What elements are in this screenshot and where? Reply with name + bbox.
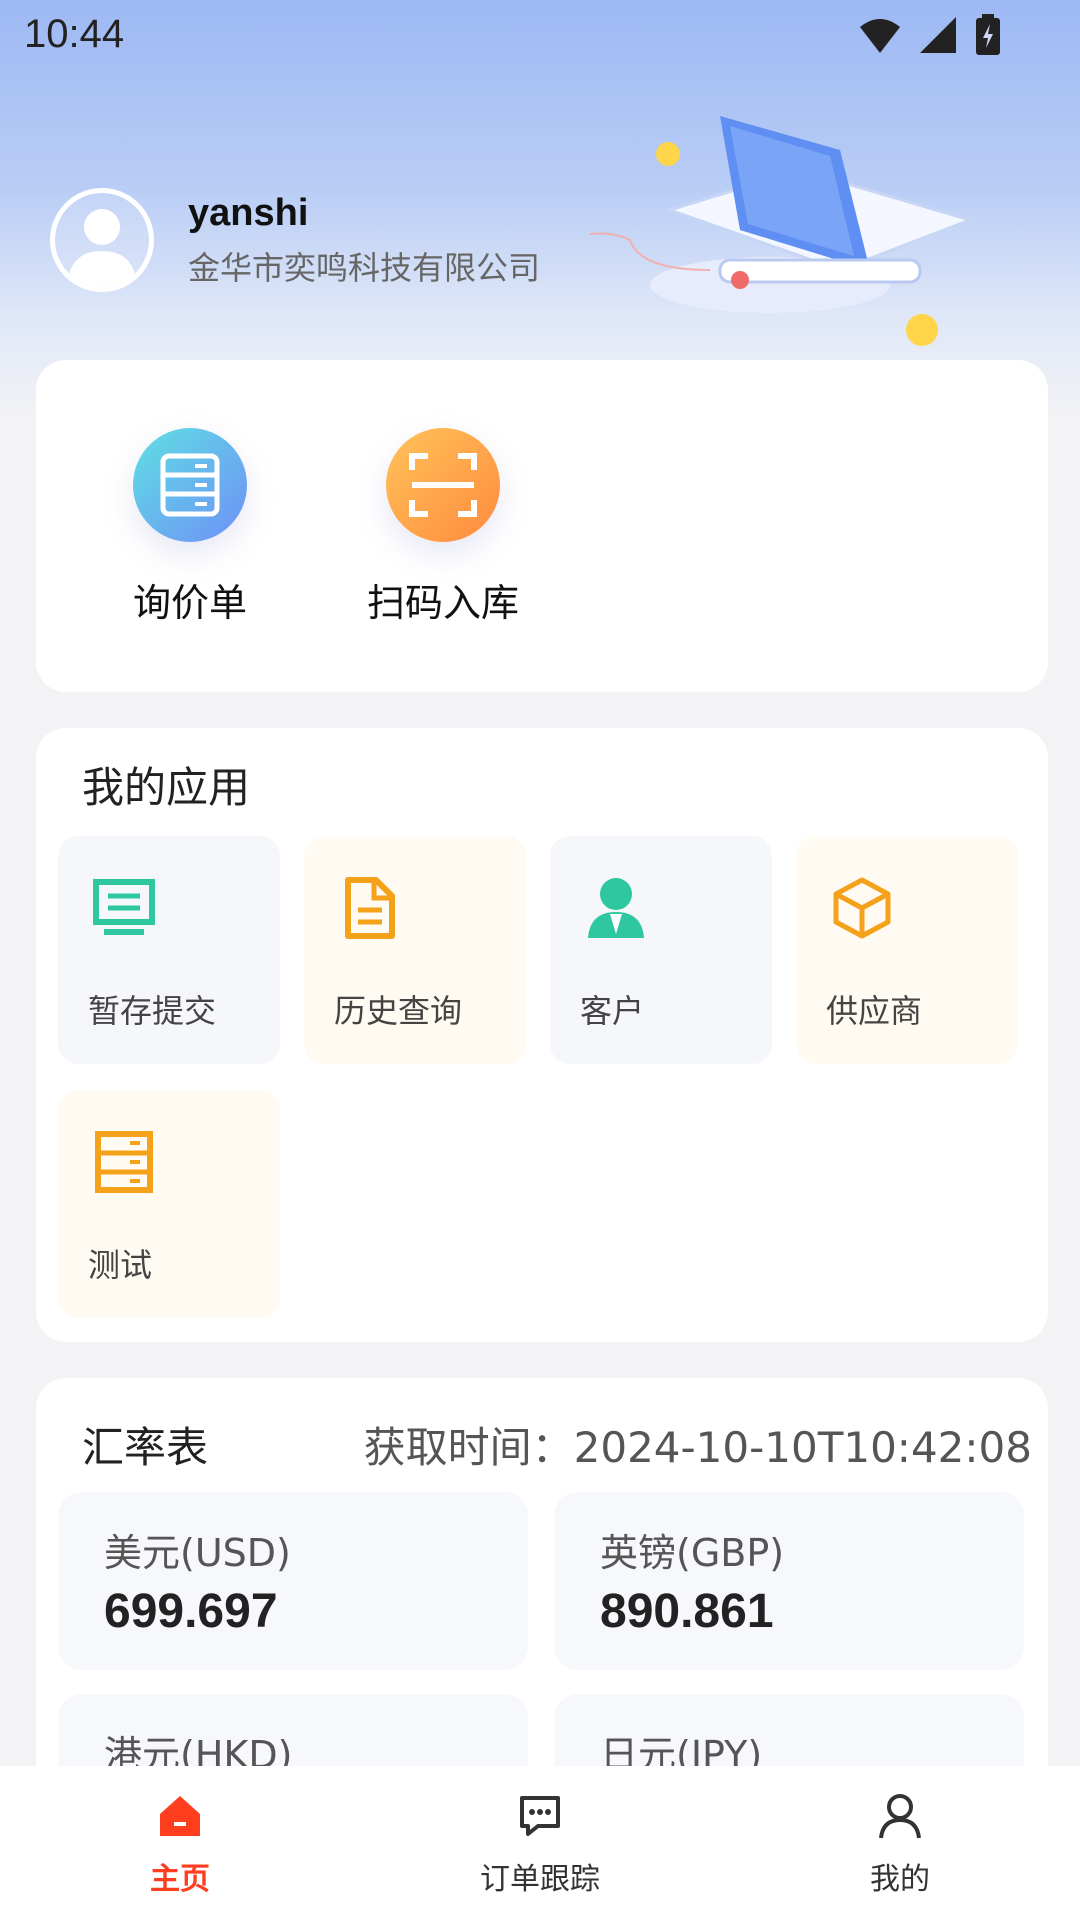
- quick-actions-card: 询价单 扫码入库: [36, 360, 1048, 692]
- status-icons: [858, 14, 1002, 56]
- app-tile-label: 测试: [88, 1246, 153, 1284]
- avatar-person-icon: [67, 209, 137, 287]
- signal-icon: [920, 17, 956, 53]
- status-time: 10:44: [24, 12, 125, 56]
- avatar[interactable]: [50, 188, 154, 292]
- quick-action-inquiry[interactable]: 询价单: [100, 428, 280, 627]
- nav-mine[interactable]: 我的: [720, 1766, 1080, 1920]
- rate-item-gbp[interactable]: 英镑(GBP) 890.861: [554, 1492, 1024, 1670]
- nav-label: 订单跟踪: [480, 1862, 600, 1897]
- app-tile-draft-submit[interactable]: 暂存提交: [58, 836, 280, 1064]
- document-icon: [345, 877, 395, 939]
- app-tile-customer[interactable]: 客户: [550, 836, 772, 1064]
- profile-section[interactable]: yanshi 金华市奕鸣科技有限公司: [50, 188, 540, 292]
- home-icon: [160, 1796, 200, 1836]
- server-list-icon: [133, 428, 247, 542]
- my-apps-card: 我的应用 暂存提交 历史查询 客户 供应商 测试: [36, 728, 1048, 1342]
- rate-value: 890.861: [600, 1585, 774, 1638]
- monitor-icon: [93, 879, 155, 935]
- quick-action-scan[interactable]: 扫码入库: [353, 428, 533, 627]
- battery-icon: [976, 14, 1000, 55]
- username: yanshi: [188, 191, 309, 234]
- customer-icon: [588, 878, 644, 938]
- nav-home[interactable]: 主页: [0, 1766, 360, 1920]
- rate-currency: 美元(USD): [104, 1531, 291, 1575]
- rate-currency: 英镑(GBP): [600, 1531, 785, 1575]
- nav-label: 主页: [150, 1862, 210, 1897]
- app-tile-test[interactable]: 测试: [58, 1090, 280, 1318]
- quick-action-label: 扫码入库: [366, 581, 519, 625]
- cabinet-icon: [95, 1131, 153, 1193]
- rate-value: 699.697: [104, 1585, 278, 1638]
- nav-label: 我的: [870, 1862, 930, 1897]
- chat-icon: [520, 1796, 560, 1836]
- app-tile-history[interactable]: 历史查询: [304, 836, 526, 1064]
- quick-action-label: 询价单: [132, 581, 247, 625]
- person-icon: [879, 1794, 921, 1839]
- app-tile-label: 客户: [580, 992, 645, 1030]
- rates-fetch-time: 获取时间：2024-10-10T10:42:08: [363, 1423, 1032, 1472]
- rates-title: 汇率表: [82, 1423, 209, 1472]
- laptop-illustration: [590, 116, 975, 346]
- app-tile-label: 暂存提交: [88, 992, 217, 1030]
- company-name: 金华市奕鸣科技有限公司: [188, 248, 541, 287]
- bottom-nav: 主页 订单跟踪 我的: [0, 1766, 1080, 1920]
- app-tile-supplier[interactable]: 供应商: [796, 836, 1018, 1064]
- app-tile-label: 历史查询: [334, 992, 463, 1030]
- status-bar: 10:44: [0, 0, 1080, 72]
- wifi-icon: [860, 19, 900, 53]
- rate-item-usd[interactable]: 美元(USD) 699.697: [58, 1492, 528, 1670]
- scan-icon: [386, 428, 500, 542]
- cube-icon: [833, 877, 891, 939]
- nav-order-tracking[interactable]: 订单跟踪: [360, 1766, 720, 1920]
- section-title: 我的应用: [82, 763, 251, 812]
- app-tile-label: 供应商: [826, 992, 923, 1030]
